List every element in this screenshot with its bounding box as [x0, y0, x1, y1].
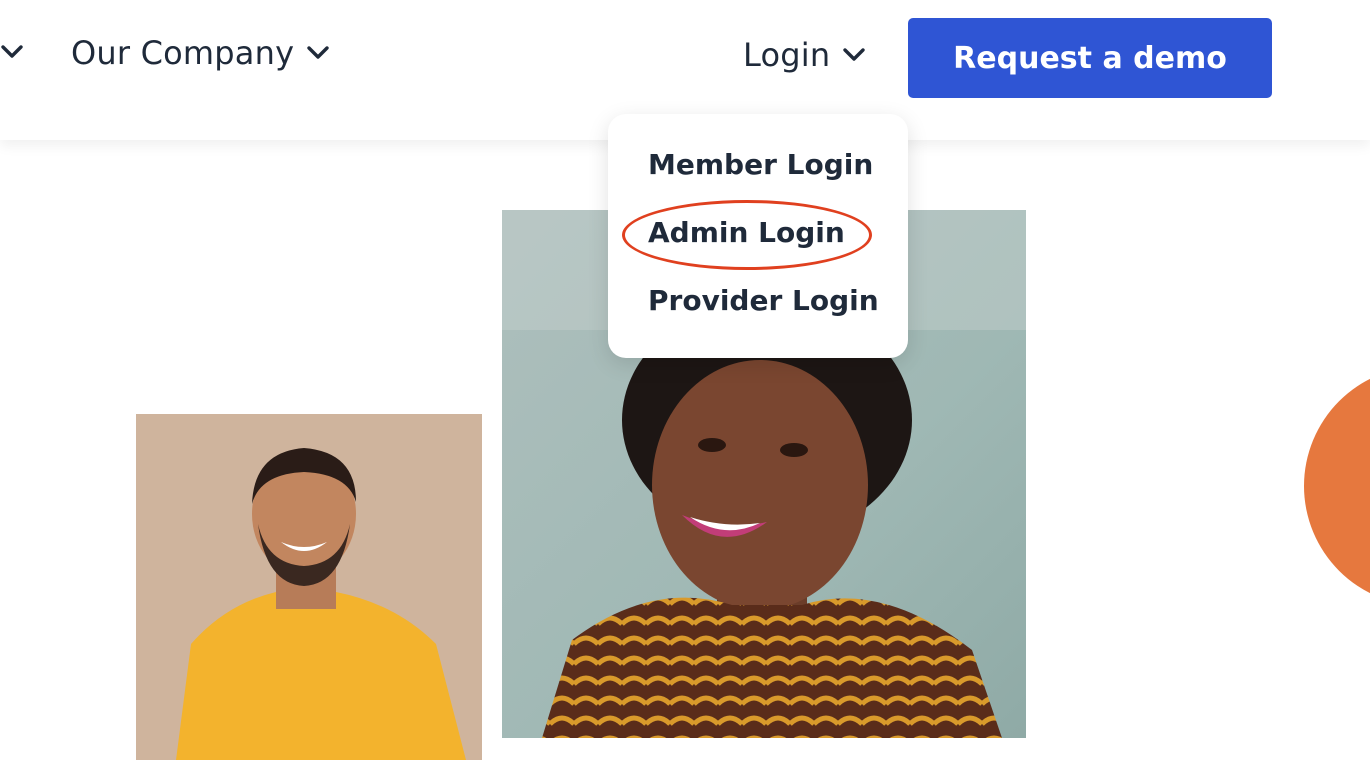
- nav-item-our-company[interactable]: Our Company: [71, 34, 330, 72]
- request-demo-button[interactable]: Request a demo: [908, 18, 1272, 98]
- nav-our-company-label: Our Company: [71, 34, 295, 72]
- page: Our Company Login Request a demo Member …: [0, 0, 1370, 774]
- chevron-down-icon: [842, 43, 866, 67]
- chevron-down-icon: [0, 40, 24, 64]
- chevron-down-icon: [306, 41, 330, 65]
- decorative-orange-circle: [1304, 366, 1370, 606]
- man-in-yellow-shirt-photo: [136, 414, 482, 760]
- login-dropdown-menu: Member Login Admin Login Provider Login: [608, 114, 908, 358]
- menu-item-provider-login[interactable]: Provider Login: [648, 284, 879, 317]
- menu-item-admin-login[interactable]: Admin Login: [648, 216, 845, 249]
- nav-item-previous[interactable]: [0, 40, 24, 64]
- nav-login-label: Login: [743, 36, 831, 74]
- menu-item-member-login[interactable]: Member Login: [648, 148, 873, 181]
- nav-item-login[interactable]: Login: [743, 36, 866, 74]
